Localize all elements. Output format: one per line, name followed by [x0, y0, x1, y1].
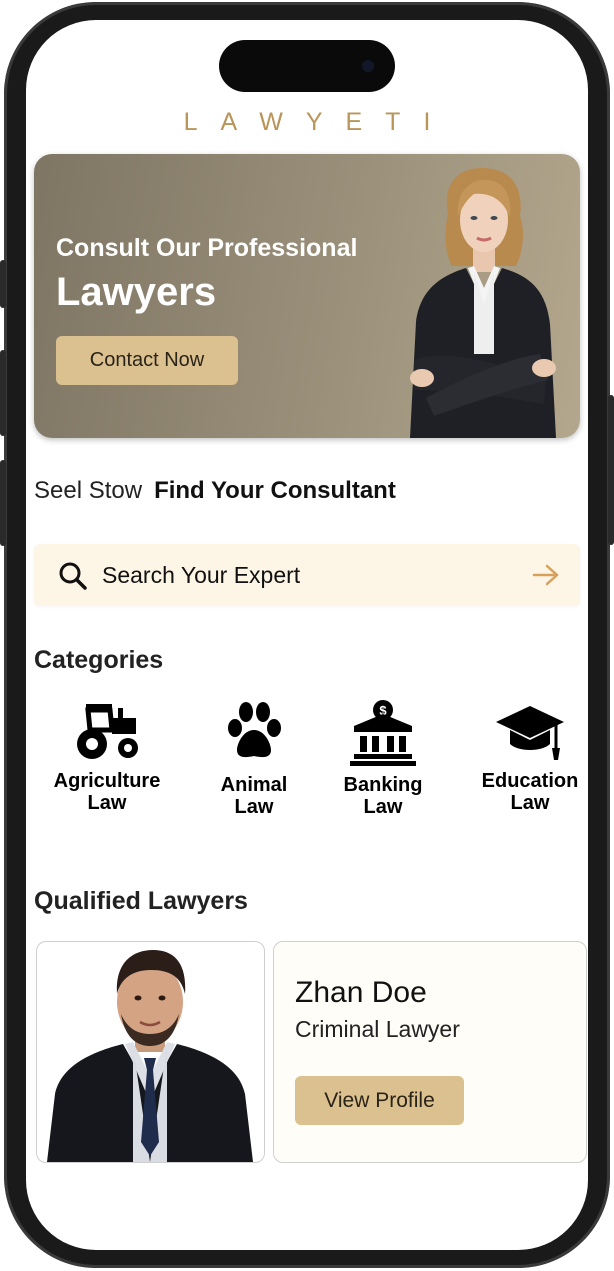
lawyer-man-photo [47, 950, 253, 1162]
category-label-line1: Banking [343, 774, 423, 796]
side-button-volume-down [0, 460, 6, 546]
category-label-line2: Law [363, 796, 403, 818]
category-agriculture-law[interactable]: Agriculture Law [40, 700, 174, 814]
category-label-line1: Animal [220, 774, 288, 796]
hero-title: Lawyers [56, 270, 217, 314]
lawyer-info-card: Zhan Doe Criminal Lawyer View Profile [273, 941, 587, 1163]
paw-icon [228, 702, 281, 758]
dynamic-island [219, 40, 395, 92]
lawyer-name: Zhan Doe [295, 976, 427, 1009]
category-education-law[interactable]: Education Law [468, 700, 588, 814]
contact-now-button[interactable]: Contact Now [56, 336, 238, 385]
lawyer-role: Criminal Lawyer [295, 1016, 460, 1042]
side-button-power [608, 395, 614, 545]
search-bar[interactable]: Search Your Expert [34, 544, 580, 606]
finder-headline: Seel Stow Find Your Consultant [34, 477, 396, 505]
side-button-volume-up [0, 350, 6, 436]
category-animal-law[interactable]: Animal Law [204, 700, 304, 818]
camera-icon [359, 57, 377, 75]
view-profile-button[interactable]: View Profile [295, 1076, 464, 1125]
arrow-right-icon[interactable] [532, 564, 560, 586]
app-screen: LAWYETI Consult Our Professional Lawyers… [26, 20, 588, 1250]
hero-subtitle: Consult Our Professional [56, 234, 358, 262]
hero-banner: Consult Our Professional Lawyers Contact… [34, 154, 580, 438]
search-icon [59, 562, 87, 590]
category-label-line1: Education [481, 770, 579, 792]
lawyer-woman-photo [410, 168, 556, 438]
category-label-line1: Agriculture [53, 770, 161, 792]
side-button-action [0, 260, 6, 308]
category-label-line2: Law [510, 792, 550, 814]
category-banking-law[interactable]: $ Banking Law [329, 700, 437, 818]
lawyer-photo-card[interactable] [36, 941, 265, 1163]
finder-title: Find Your Consultant [154, 477, 396, 504]
finder-lead-text: Seel Stow [34, 477, 143, 504]
category-label-line2: Law [87, 792, 127, 814]
brand-logo: LAWYETI [183, 108, 454, 136]
search-input[interactable]: Search Your Expert [102, 562, 300, 589]
qualified-lawyers-title: Qualified Lawyers [34, 887, 248, 915]
graduation-cap-icon [496, 706, 564, 760]
tractor-icon [77, 704, 138, 759]
category-label-line2: Law [234, 796, 274, 818]
categories-title: Categories [34, 646, 164, 674]
bank-icon: $ [350, 700, 416, 766]
